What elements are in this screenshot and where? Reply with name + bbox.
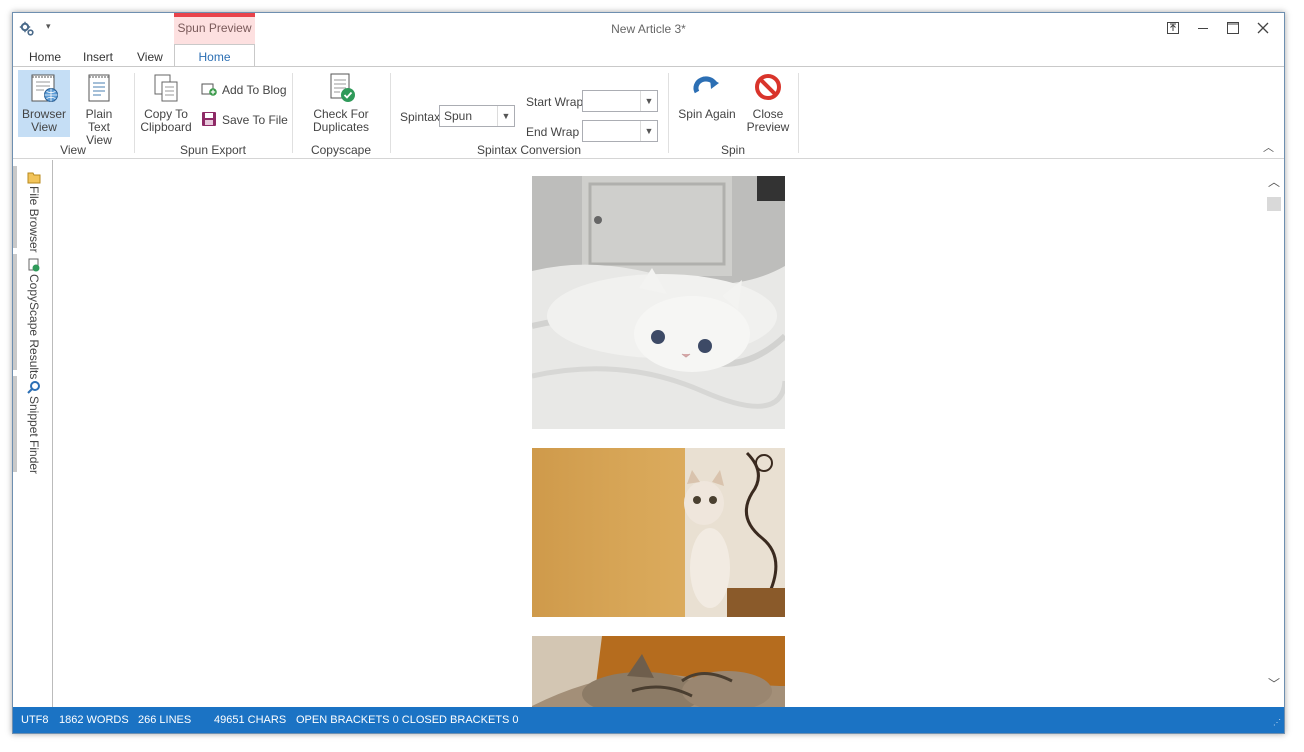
end-wrap-select[interactable]: ▼ [582,120,658,142]
browser-preview[interactable] [53,161,1265,707]
browser-view-button[interactable]: Browser View [18,70,70,137]
add-to-blog-button[interactable]: Add To Blog [201,81,291,99]
close-preview-icon [755,74,781,100]
resize-grip-icon[interactable]: ⋰ [1273,718,1281,727]
minimize-button[interactable] [1193,19,1213,39]
chevron-down-icon: ▼ [640,121,657,141]
tab-home[interactable]: Home [29,50,61,64]
scroll-up-icon[interactable]: ︿ [1264,173,1284,190]
status-bar: UTF8 1862 WORDS 266 LINES 49651 CHARS OP… [13,707,1284,733]
chevron-down-icon: ▼ [497,106,514,126]
tab-view[interactable]: View [137,50,163,64]
scroll-down-icon[interactable]: ﹀ [1264,675,1284,692]
group-separator [798,73,799,153]
copy-to-clipboard-button[interactable]: Copy To Clipboard [139,70,193,137]
side-tab-label: CopyScape Results [27,274,41,380]
group-label-copyscape: Copyscape [310,143,372,157]
copyscape-icon [28,258,40,272]
group-separator [292,73,293,153]
group-label-view: View [60,143,86,157]
chevron-down-icon: ▼ [640,91,657,111]
side-tab-label: Snippet Finder [27,396,41,475]
spintax-label: Spintax [400,110,441,124]
context-group-label: Spun Preview [177,21,252,35]
search-icon [27,381,40,394]
status-brackets: OPEN BRACKETS 0 CLOSED BRACKETS 0 [296,714,519,726]
group-label-spintax-conversion: Spintax Conversion [476,143,582,157]
add-to-blog-label: Add To Blog [222,83,287,97]
group-separator [390,73,391,153]
side-tab-file-browser[interactable]: File Browser [13,166,53,253]
browser-view-icon [31,74,58,102]
side-tab-label: File Browser [27,186,41,253]
copy-to-clipboard-label: Copy To Clipboard [140,107,192,134]
folder-icon [27,172,41,184]
tabby-cat-photo [532,636,785,707]
close-icon [1257,22,1269,34]
scroll-thumb[interactable] [1267,197,1281,211]
peeking-cat-photo [532,448,785,617]
start-wrap-select[interactable]: ▼ [582,90,658,112]
check-duplicates-icon [330,73,355,102]
check-duplicates-label: Check For Duplicates [312,107,370,134]
tab-spun-preview-home[interactable]: Home [174,44,255,68]
pin-window-icon [1167,22,1179,34]
save-to-file-button[interactable]: Save To File [201,111,291,129]
spintax-select[interactable]: Spun ▼ [439,105,515,127]
status-words: 1862 WORDS [59,714,129,726]
app-window: ▾ New Article 3* Spun Preview Home Inser… [12,12,1285,734]
spin-again-label: Spin Again [678,107,736,121]
plain-text-view-button[interactable]: Plain Text View [74,70,124,147]
save-icon [202,112,216,126]
copy-icon [154,74,178,102]
status-lines: 266 LINES [138,714,192,726]
vertical-scrollbar[interactable]: ︿ ﹀ [1264,161,1284,707]
check-duplicates-button[interactable]: Check For Duplicates [307,70,375,137]
status-chars: 49651 CHARS [214,714,287,726]
maximize-icon [1227,22,1239,34]
add-blog-icon [201,83,217,96]
side-panel: File Browser CopyScape Results Snippet F… [13,160,53,707]
context-group-accent [174,13,255,17]
collapse-ribbon-icon[interactable]: ︿ [1263,139,1274,155]
plain-text-view-label: Plain Text View [85,107,113,147]
end-wrap-label: End Wrap [526,125,580,139]
start-wrap-label: Start Wrap [526,95,584,109]
maximize-button[interactable] [1223,19,1243,39]
save-to-file-label: Save To File [222,113,288,127]
document-icon [88,74,110,102]
group-separator [668,73,669,153]
minimize-icon [1198,28,1208,29]
refresh-icon [693,76,719,94]
status-encoding: UTF8 [21,714,49,726]
white-cat-photo [532,176,785,429]
group-label-spin: Spin [720,143,746,157]
restore-pin-button[interactable] [1163,19,1183,39]
side-tab-snippet-finder[interactable]: Snippet Finder [13,376,53,475]
close-preview-label: Close Preview [746,107,790,134]
close-window-button[interactable] [1253,19,1273,39]
ribbon: Browser View Plain Text View View Copy T… [13,66,1284,159]
spintax-value: Spun [444,109,473,123]
tab-insert[interactable]: Insert [83,50,113,64]
group-label-spun-export: Spun Export [179,143,247,157]
spin-again-button[interactable]: Spin Again [677,70,737,137]
group-separator [134,73,135,153]
close-preview-button[interactable]: Close Preview [743,70,793,137]
side-tab-copyscape-results[interactable]: CopyScape Results [13,254,53,379]
browser-view-label: Browser View [21,107,66,134]
